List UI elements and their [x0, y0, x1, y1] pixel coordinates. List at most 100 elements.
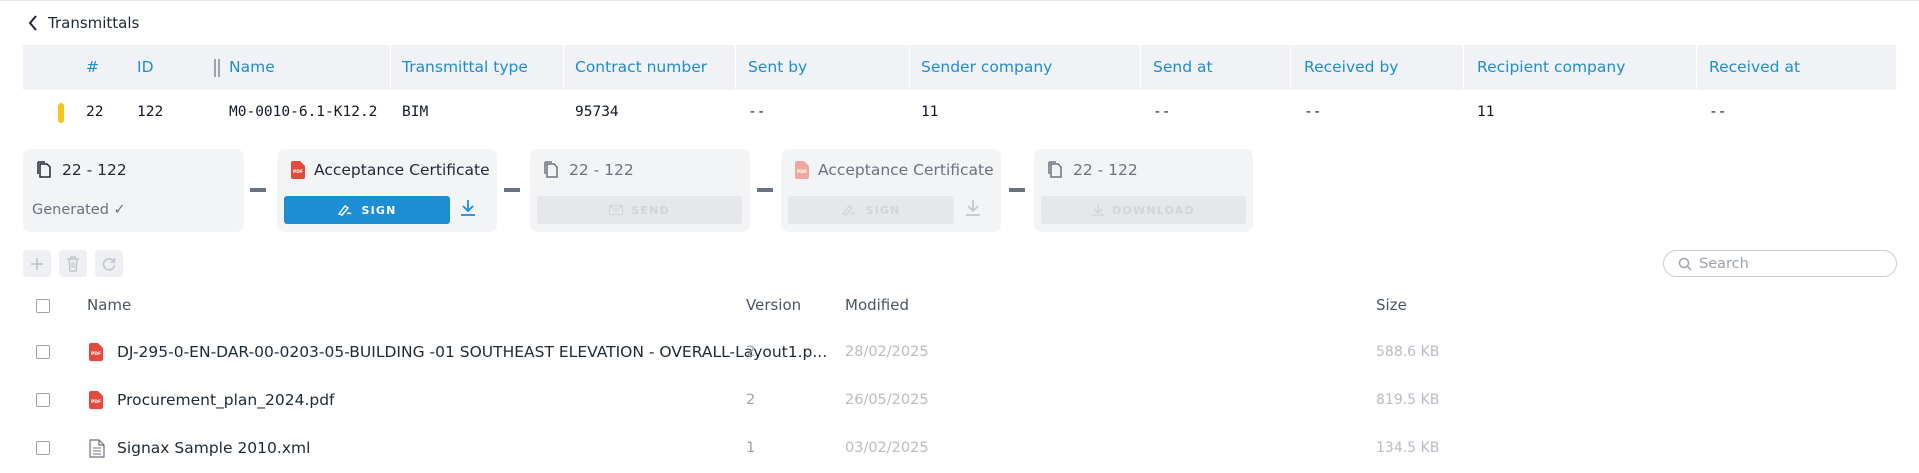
column-header-name[interactable]: Name	[229, 45, 275, 90]
table-row[interactable]: 22 122 M0-0010-6.1-K12.2 BIM 95734 -- 11…	[23, 90, 1896, 135]
svg-text:PDF: PDF	[91, 399, 101, 405]
column-header-type[interactable]: Transmittal type	[402, 45, 528, 90]
file-size: 588.6 KB	[1376, 344, 1440, 360]
trash-icon	[67, 255, 79, 272]
delete-button[interactable]	[59, 250, 87, 277]
pen-icon	[338, 205, 352, 216]
workflow-step-title: 22 - 122	[569, 161, 634, 179]
workflow-step-title: 22 - 122	[1073, 161, 1138, 179]
download-button-label: DOWNLOAD	[1112, 203, 1195, 217]
workflow-step-status: Generated ✓	[32, 202, 126, 218]
column-header-recipient-company[interactable]: Recipient company	[1477, 45, 1625, 90]
cell-name: M0-0010-6.1-K12.2	[229, 104, 378, 120]
search-box	[1663, 250, 1897, 277]
workflow-step-download: 22 - 122 DOWNLOAD	[1034, 149, 1253, 232]
workflow-connector	[757, 188, 773, 192]
workflow-step-sign-recipient: PDF Acceptance Certificate SIGN	[781, 149, 1001, 232]
file-name[interactable]: Procurement_plan_2024.pdf	[117, 376, 335, 424]
column-header-num[interactable]: #	[86, 45, 99, 90]
cell-type: BIM	[402, 104, 429, 120]
column-header-received-at[interactable]: Received at	[1709, 45, 1800, 90]
sign-button-disabled[interactable]: SIGN	[788, 196, 954, 224]
cell-send-at: --	[1153, 104, 1171, 120]
file-row[interactable]: PDF Procurement_plan_2024.pdf 2 26/05/20…	[0, 376, 1919, 424]
pdf-icon: PDF	[291, 161, 305, 179]
pen-icon	[842, 205, 856, 216]
column-divider	[909, 45, 910, 90]
send-button[interactable]: SEND	[537, 196, 742, 224]
status-marker	[58, 103, 64, 123]
column-divider	[390, 45, 391, 90]
row-checkbox[interactable]	[36, 393, 50, 407]
file-name[interactable]: DJ-295-0-EN-DAR-00-0203-05-BUILDING -01 …	[117, 328, 827, 376]
pdf-icon: PDF	[89, 391, 103, 409]
file-modified: 28/02/2025	[845, 344, 929, 360]
column-header-send-at[interactable]: Send at	[1153, 45, 1213, 90]
row-checkbox[interactable]	[36, 345, 50, 359]
select-all-checkbox[interactable]	[36, 299, 50, 313]
download-icon[interactable]	[965, 199, 981, 217]
column-divider	[1290, 45, 1291, 90]
workflow-step-title: Acceptance Certificate	[314, 161, 490, 179]
file-size: 134.5 KB	[1376, 440, 1440, 456]
cell-recipient-company: 11	[1477, 104, 1495, 120]
refresh-button[interactable]	[95, 250, 123, 277]
mail-icon	[609, 205, 624, 215]
workflow-connector	[250, 188, 266, 192]
search-input[interactable]	[1699, 255, 1879, 272]
column-divider	[563, 45, 564, 90]
cell-received-by: --	[1304, 104, 1322, 120]
file-size: 819.5 KB	[1376, 392, 1440, 408]
column-header-id[interactable]: ID	[137, 45, 154, 90]
download-button[interactable]: DOWNLOAD	[1041, 196, 1246, 224]
page-header: Transmittals	[0, 0, 1919, 46]
column-divider	[1696, 45, 1697, 90]
column-header-contract[interactable]: Contract number	[575, 45, 707, 90]
document-icon	[1048, 161, 1062, 178]
files-header-modified[interactable]: Modified	[845, 296, 909, 314]
column-header-sender-company[interactable]: Sender company	[921, 45, 1052, 90]
cell-received-at: --	[1709, 104, 1727, 120]
files-header-version[interactable]: Version	[746, 296, 801, 314]
back-link[interactable]: Transmittals	[28, 14, 139, 32]
refresh-icon	[102, 257, 116, 271]
file-row[interactable]: Signax Sample 2010.xml 1 03/02/2025 134.…	[0, 424, 1919, 472]
file-row[interactable]: PDF DJ-295-0-EN-DAR-00-0203-05-BUILDING …	[0, 328, 1919, 376]
column-divider	[1463, 45, 1464, 90]
download-icon	[1092, 204, 1105, 216]
column-header-received-by[interactable]: Received by	[1304, 45, 1398, 90]
column-resize-handle[interactable]	[214, 59, 220, 77]
send-button-label: SEND	[631, 203, 670, 217]
files-header-size[interactable]: Size	[1376, 296, 1407, 314]
row-checkbox[interactable]	[36, 441, 50, 455]
workflow-step-sign: PDF Acceptance Certificate SIGN	[277, 149, 497, 232]
file-name[interactable]: Signax Sample 2010.xml	[117, 424, 310, 472]
workflow-step-generated: 22 - 122 Generated ✓	[23, 149, 244, 232]
back-link-label: Transmittals	[48, 14, 140, 32]
workflow-step-send: 22 - 122 SEND	[530, 149, 750, 232]
column-header-sent-by[interactable]: Sent by	[748, 45, 807, 90]
file-modified: 03/02/2025	[845, 440, 929, 456]
column-divider	[735, 45, 736, 90]
sign-button[interactable]: SIGN	[284, 196, 450, 224]
document-icon	[544, 161, 558, 178]
pdf-icon: PDF	[89, 343, 103, 361]
cell-num: 22	[86, 104, 104, 120]
cell-contract: 95734	[575, 104, 619, 120]
pdf-icon: PDF	[795, 161, 809, 179]
cell-sent-by: --	[748, 104, 766, 120]
workflow-step-title: 22 - 122	[62, 161, 127, 179]
plus-icon	[31, 257, 43, 270]
chevron-left-icon	[28, 15, 37, 31]
download-icon[interactable]	[460, 199, 476, 217]
document-icon	[37, 161, 51, 178]
column-divider	[1140, 45, 1141, 90]
workflow-connector	[1009, 188, 1025, 192]
file-modified: 26/05/2025	[845, 392, 929, 408]
add-button[interactable]	[23, 250, 51, 277]
file-version: 2	[746, 392, 756, 408]
workflow-step-title: Acceptance Certificate	[818, 161, 994, 179]
cell-sender-company: 11	[921, 104, 939, 120]
search-icon	[1678, 257, 1692, 271]
files-header-name[interactable]: Name	[87, 296, 131, 314]
